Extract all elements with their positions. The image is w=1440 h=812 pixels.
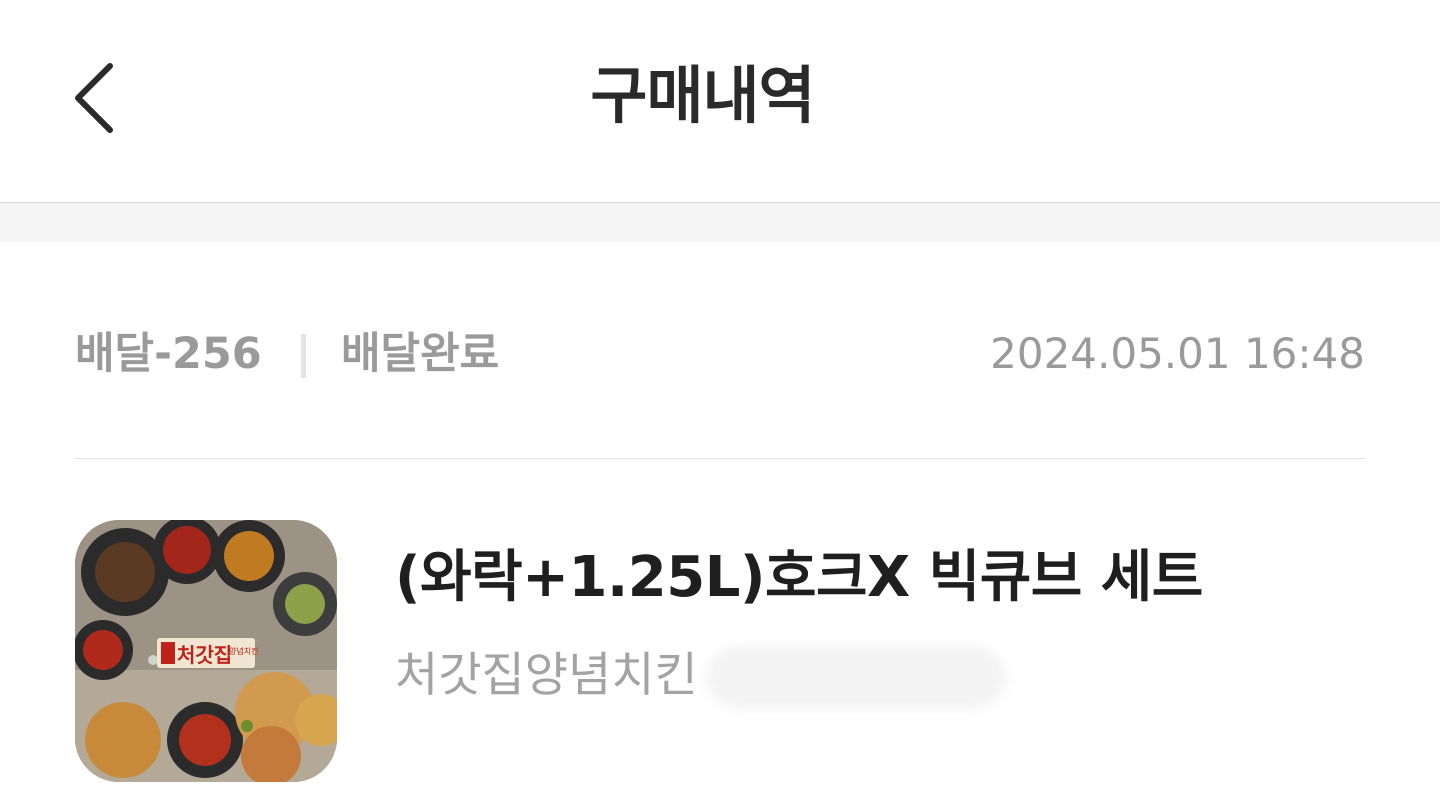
vertical-divider — [301, 334, 306, 378]
horizontal-divider — [75, 458, 1365, 459]
redacted-branch-name — [706, 646, 1006, 708]
section-separator — [0, 203, 1440, 242]
order-summary-row: 배달-256 배달완료 2024.05.01 16:48 — [75, 322, 1365, 386]
app-header: 구매내역 — [0, 0, 1440, 203]
product-thumbnail[interactable]: 처갓집 양념치킨 — [75, 520, 337, 782]
chicken-dishes-image: 처갓집 양념치킨 — [75, 520, 337, 782]
page-title: 구매내역 — [590, 59, 815, 132]
store-logo-text: 처갓집 — [177, 643, 232, 667]
store-logo-subtext: 양념치킨 — [229, 646, 258, 656]
order-status: 배달완료 — [341, 329, 500, 379]
order-datetime: 2024.05.01 16:48 — [990, 329, 1365, 378]
store-name: 처갓집양념치킨 — [395, 648, 698, 703]
product-name[interactable]: (와락+1.25L)호크X 빅큐브 세트 — [395, 540, 1203, 616]
order-number: 배달-256 — [75, 329, 262, 379]
